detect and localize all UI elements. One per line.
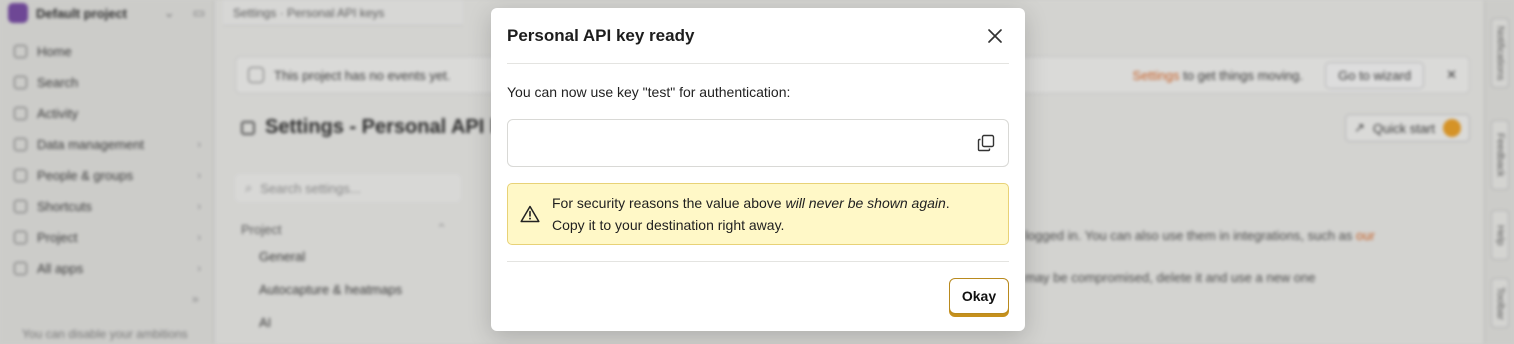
close-icon: [988, 28, 1002, 43]
modal-footer-divider: [507, 261, 1009, 262]
okay-button[interactable]: Okay: [949, 278, 1009, 314]
modal-description: You can now use key "test" for authentic…: [507, 84, 791, 100]
warning-emphasis: will never be shown again: [785, 195, 946, 211]
copy-button[interactable]: [974, 131, 998, 155]
warning-icon: [520, 205, 540, 223]
modal-header: Personal API key ready: [507, 8, 1009, 64]
security-warning: For security reasons the value above wil…: [507, 183, 1009, 245]
close-button[interactable]: [981, 22, 1009, 50]
warning-line-2: Copy it to your destination right away.: [552, 217, 785, 233]
api-key-input[interactable]: [520, 135, 974, 151]
api-key-field: [507, 119, 1009, 167]
warning-text: For security reasons the value above wil…: [552, 192, 950, 236]
warning-line-1: For security reasons the value above wil…: [552, 195, 950, 211]
modal-title: Personal API key ready: [507, 25, 695, 45]
copy-icon: [977, 134, 995, 152]
api-key-modal: Personal API key ready You can now use k…: [491, 8, 1025, 331]
